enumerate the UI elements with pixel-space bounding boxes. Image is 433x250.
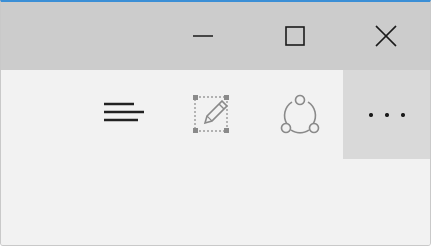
hub-button[interactable] (81, 70, 167, 159)
hub-icon (102, 101, 146, 129)
share-icon (278, 94, 322, 136)
maximize-button[interactable] (249, 2, 341, 70)
close-icon (375, 25, 397, 47)
maximize-icon (285, 26, 305, 46)
browser-window (0, 0, 431, 246)
more-icon (367, 111, 407, 119)
minimize-icon (193, 26, 213, 46)
minimize-button[interactable] (157, 2, 249, 70)
web-note-button[interactable] (167, 70, 257, 159)
more-button[interactable] (343, 70, 430, 159)
close-button[interactable] (341, 2, 430, 70)
page-content-area (1, 159, 430, 245)
browser-toolbar (1, 70, 430, 159)
share-button[interactable] (257, 70, 343, 159)
title-bar[interactable] (1, 2, 430, 70)
web-note-icon (192, 94, 232, 136)
